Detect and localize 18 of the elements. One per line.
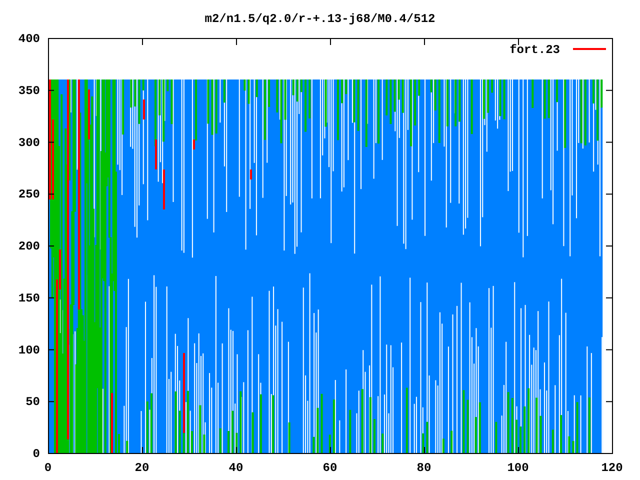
x-tick-label: 80 [416,461,432,475]
legend-label: fort.23 [510,43,560,57]
y-tick-label: 250 [18,188,40,202]
y-tick-label: 400 [18,32,40,46]
y-tick-label: 100 [18,343,40,358]
chart-title: m2/n1.5/q2.0/r-+.13-j68/M0.4/512 [204,12,436,26]
y-tick-label: 150 [18,291,40,306]
y-tick-label: 50 [26,395,40,410]
x-tick-label: 100 [507,461,529,475]
x-tick-label: 0 [44,461,52,475]
y-tick-label: 350 [18,84,40,98]
y-tick-label: 0 [32,447,40,461]
y-tick-label: 200 [18,240,40,254]
x-tick-label: 120 [601,461,623,475]
x-tick-label: 20 [134,461,150,475]
x-tick-label: 60 [322,461,338,475]
y-tick-label: 300 [18,136,40,150]
x-tick-label: 40 [228,461,244,475]
